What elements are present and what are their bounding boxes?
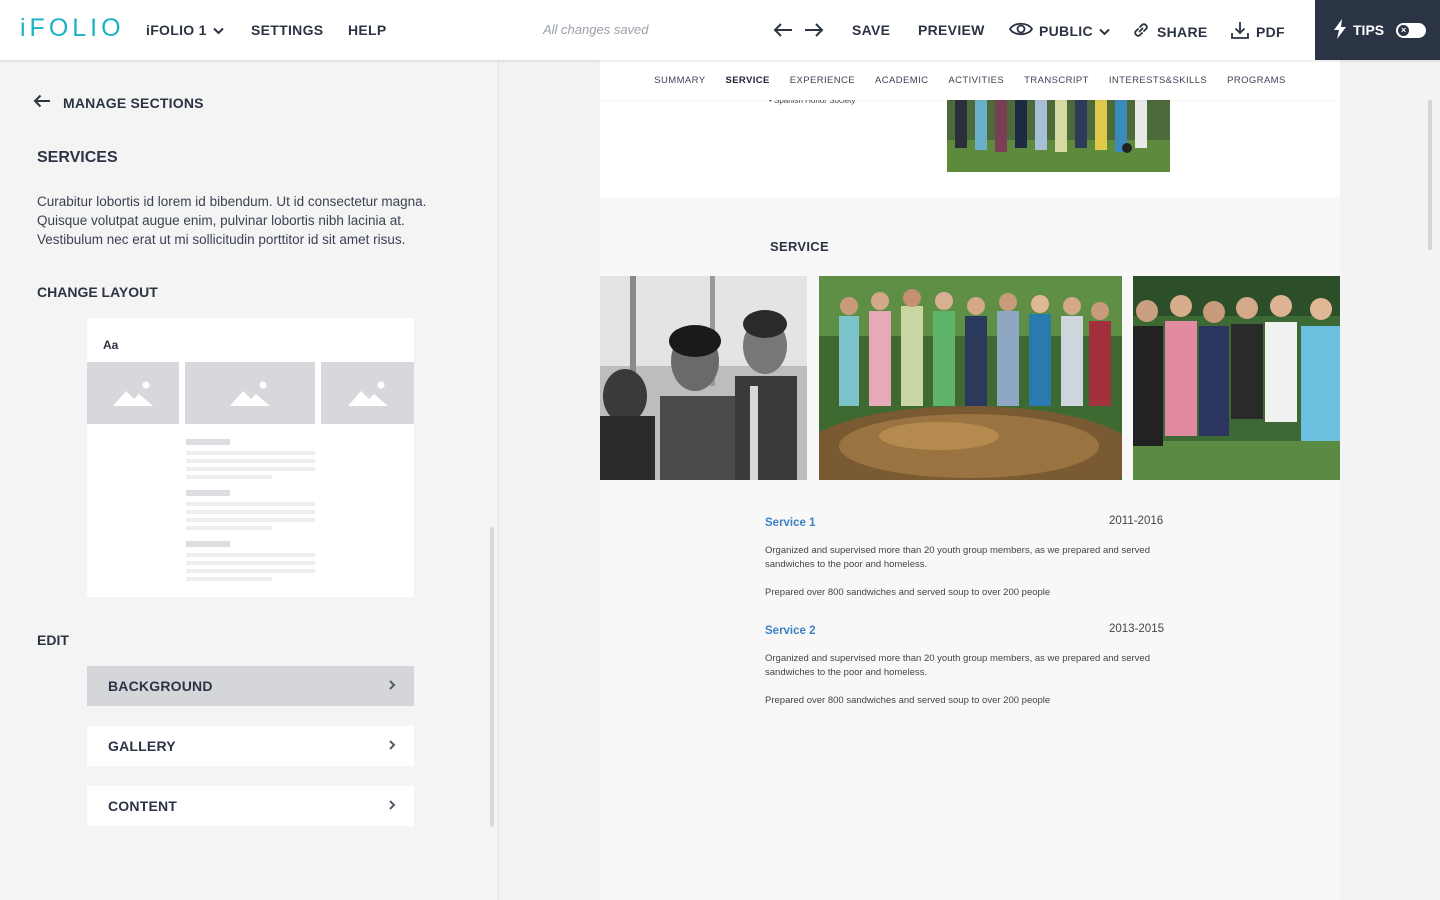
close-icon: ×	[1398, 24, 1410, 36]
change-layout-heading: CHANGE LAYOUT	[37, 284, 158, 300]
arrow-left-icon	[773, 23, 792, 37]
arrow-left-icon	[33, 94, 51, 111]
ifolio-logo[interactable]: iFOLIO	[20, 14, 125, 43]
eye-icon	[1008, 20, 1034, 41]
section-nav: SUMMARY SERVICE EXPERIENCE ACADEMIC ACTI…	[600, 60, 1340, 100]
nav-transcript[interactable]: TRANSCRIPT	[1024, 75, 1089, 86]
gallery-photo-1[interactable]	[600, 276, 807, 480]
redo-button[interactable]	[803, 19, 825, 41]
chevron-right-icon	[388, 738, 396, 754]
background-label: BACKGROUND	[108, 678, 213, 694]
group-photo	[947, 100, 1170, 172]
text-placeholder	[186, 526, 272, 530]
edit-sidebar: MANAGE SECTIONS SERVICES Curabitur lobor…	[0, 60, 499, 900]
tips-label: TIPS	[1353, 22, 1385, 38]
project-name: iFOLIO 1	[146, 22, 207, 38]
text-placeholder	[186, 475, 272, 479]
portfolio-page: • Spanish Honor Society SUMMARY SERVICE …	[600, 60, 1340, 900]
save-status: All changes saved	[543, 22, 649, 37]
sidebar-scrollbar[interactable]	[490, 527, 494, 827]
section-title: SERVICES	[37, 149, 118, 166]
nav-summary[interactable]: SUMMARY	[654, 75, 705, 86]
image-placeholder-icon	[321, 362, 414, 424]
entry-achievement: Prepared over 800 sandwiches and served …	[765, 587, 1051, 598]
text-placeholder	[186, 518, 315, 522]
chevron-down-icon	[213, 22, 224, 38]
settings-menu[interactable]: SETTINGS	[251, 22, 323, 38]
image-placeholder-icon	[87, 362, 179, 424]
entry-date: 2011-2016	[1109, 515, 1164, 527]
visibility-dropdown[interactable]: PUBLIC	[1008, 20, 1110, 41]
share-label: SHARE	[1157, 23, 1208, 40]
entry-description: Organized and supervised more than 20 yo…	[765, 653, 1150, 678]
chevron-down-icon	[1099, 23, 1110, 39]
project-dropdown[interactable]: iFOLIO 1	[146, 22, 224, 38]
text-placeholder	[186, 439, 230, 445]
nav-interests-skills[interactable]: INTERESTS&SKILLS	[1109, 75, 1207, 86]
entry-title-service-1[interactable]: Service 1	[765, 517, 816, 529]
chevron-right-icon	[388, 678, 396, 694]
pdf-label: PDF	[1256, 23, 1285, 40]
layout-title-placeholder: Aa	[103, 338, 119, 352]
top-bar: iFOLIO iFOLIO 1 SETTINGS HELP All change…	[0, 0, 1440, 60]
nav-service[interactable]: SERVICE	[725, 75, 769, 86]
lightning-icon	[1333, 18, 1347, 42]
share-button[interactable]: SHARE	[1131, 20, 1208, 43]
arrow-right-icon	[805, 23, 824, 37]
preview-scrollbar[interactable]	[1428, 100, 1432, 250]
text-placeholder	[186, 451, 315, 455]
entry-date: 2013-2015	[1109, 623, 1164, 635]
background-button[interactable]: BACKGROUND	[87, 666, 414, 706]
gallery-photo-2[interactable]	[819, 276, 1122, 480]
entry-title-service-2[interactable]: Service 2	[765, 625, 816, 637]
text-placeholder	[186, 490, 230, 496]
preview-button[interactable]: PREVIEW	[918, 22, 985, 38]
nav-programs[interactable]: PROGRAMS	[1227, 75, 1286, 86]
image-placeholder-icon	[185, 362, 315, 424]
save-button[interactable]: SAVE	[852, 22, 890, 38]
text-placeholder	[186, 569, 315, 573]
tips-switch[interactable]: ×	[1396, 22, 1427, 38]
link-icon	[1131, 20, 1151, 43]
entry-description: Organized and supervised more than 20 yo…	[765, 545, 1150, 570]
pdf-button[interactable]: PDF	[1230, 20, 1285, 43]
gallery-label: GALLERY	[108, 738, 176, 754]
entry-achievement: Prepared over 800 sandwiches and served …	[765, 695, 1051, 706]
text-placeholder	[186, 510, 315, 514]
text-placeholder	[186, 459, 315, 463]
text-placeholder	[186, 561, 315, 565]
download-icon	[1230, 20, 1250, 43]
content-button[interactable]: CONTENT	[87, 786, 414, 826]
tips-toggle[interactable]: TIPS ×	[1315, 0, 1440, 60]
undo-button[interactable]	[772, 19, 794, 41]
text-placeholder	[186, 553, 315, 557]
text-placeholder	[186, 577, 272, 581]
portfolio-preview: • Spanish Honor Society SUMMARY SERVICE …	[500, 60, 1440, 900]
manage-sections-label: MANAGE SECTIONS	[63, 94, 204, 111]
section-description: Curabitur lobortis id lorem id bibendum.…	[37, 194, 427, 247]
gallery-photo-3[interactable]	[1133, 276, 1340, 480]
layout-preview-card[interactable]: Aa	[87, 318, 414, 597]
gallery-button[interactable]: GALLERY	[87, 726, 414, 766]
edit-heading: EDIT	[37, 632, 69, 648]
help-menu[interactable]: HELP	[348, 22, 387, 38]
text-placeholder	[186, 541, 230, 547]
service-heading: SERVICE	[770, 239, 829, 254]
chevron-right-icon	[388, 798, 396, 814]
nav-activities[interactable]: ACTIVITIES	[948, 75, 1004, 86]
nav-experience[interactable]: EXPERIENCE	[790, 75, 855, 86]
nav-academic[interactable]: ACADEMIC	[875, 75, 928, 86]
visibility-label: PUBLIC	[1039, 22, 1093, 39]
text-placeholder	[186, 467, 315, 471]
content-label: CONTENT	[108, 798, 178, 814]
text-placeholder	[186, 502, 315, 506]
manage-sections-link[interactable]: MANAGE SECTIONS	[33, 94, 204, 111]
